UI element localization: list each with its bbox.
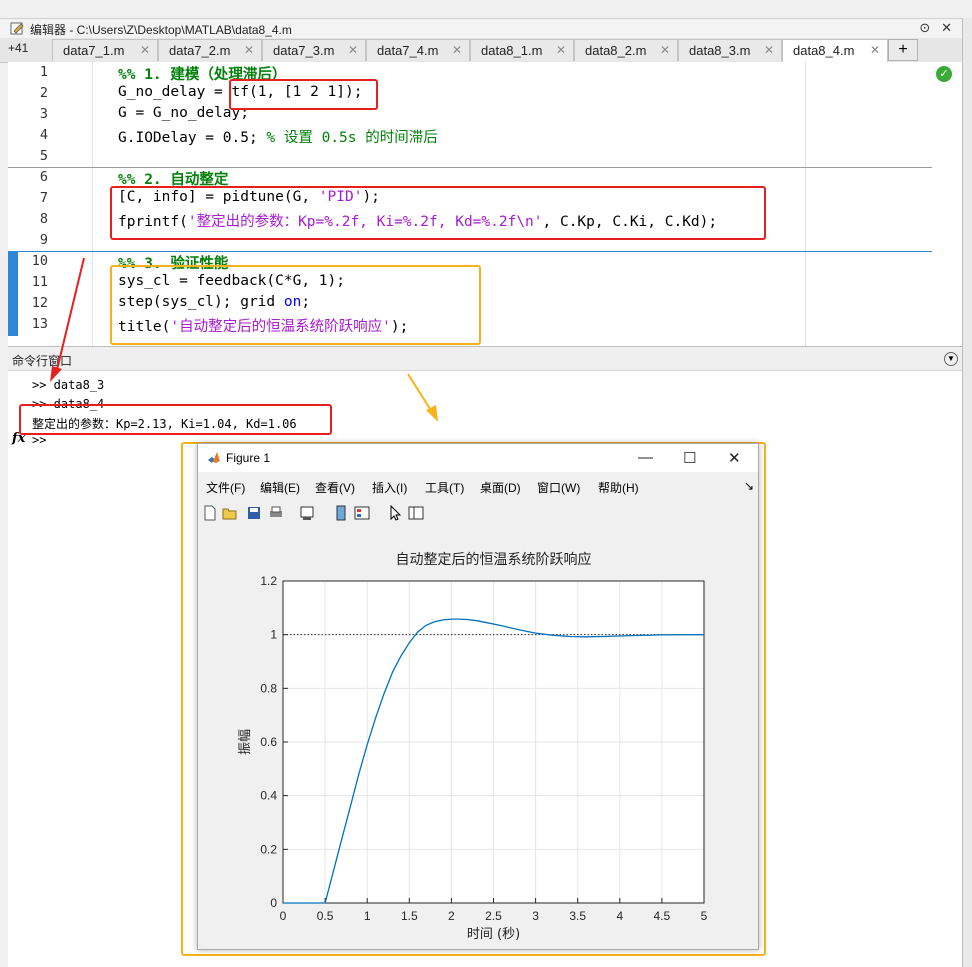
orange-arrow-head bbox=[426, 405, 438, 422]
menu-help[interactable]: 帮助(H) bbox=[598, 479, 639, 496]
step-response-chart[interactable]: 0 0.5 1 1.5 2 2.5 3 3.5 4 4.5 5 0 0.2 0.4 0.6 0.8 1 1.2 自动… bbox=[198, 527, 758, 949]
x-tick-label: 0.5 bbox=[317, 909, 334, 923]
maximize-icon[interactable]: ☐ bbox=[683, 449, 696, 467]
new-figure-icon[interactable] bbox=[202, 505, 218, 521]
figure-menu-bar: 文件(F) 编辑(E) 查看(V) 插入(I) 工具(T) 桌面(D) 窗口(W… bbox=[198, 472, 758, 499]
y-tick-label: 0.8 bbox=[260, 681, 277, 695]
property-editor-icon[interactable] bbox=[408, 505, 424, 521]
x-tick-label: 0 bbox=[280, 909, 287, 923]
x-tick-label: 2.5 bbox=[485, 909, 502, 923]
x-tick-label: 2 bbox=[448, 909, 455, 923]
menu-edit[interactable]: 编辑(E) bbox=[260, 479, 300, 496]
y-tick-label: 1.2 bbox=[260, 574, 277, 588]
x-axis-label: 时间 (秒) bbox=[467, 927, 520, 942]
colorbar-icon[interactable] bbox=[333, 505, 349, 521]
plot-area: 0 0.5 1 1.5 2 2.5 3 3.5 4 4.5 5 0 0.2 0.4 0.6 0.8 1 1.2 自动… bbox=[198, 527, 758, 949]
figure-title-bar: Figure 1 — ☐ ✕ bbox=[198, 444, 758, 472]
save-icon[interactable] bbox=[246, 505, 262, 521]
y-tick-label: 0.4 bbox=[260, 789, 277, 803]
close-icon[interactable]: ✕ bbox=[728, 449, 741, 467]
menu-overflow-icon[interactable]: ↘ bbox=[744, 479, 754, 493]
red-arrow bbox=[55, 257, 85, 375]
y-axis-label: 振幅 bbox=[238, 729, 253, 755]
matlab-logo-icon bbox=[208, 452, 220, 463]
y-tick-label: 0.2 bbox=[260, 842, 277, 856]
orange-arrow bbox=[407, 373, 433, 413]
open-file-icon[interactable] bbox=[222, 505, 238, 521]
chart-title: 自动整定后的恒温系统阶跃响应 bbox=[396, 551, 592, 568]
menu-insert[interactable]: 插入(I) bbox=[372, 479, 407, 496]
print-icon[interactable] bbox=[268, 505, 284, 521]
pointer-icon[interactable] bbox=[387, 505, 403, 521]
x-tick-label: 4 bbox=[616, 909, 623, 923]
figure-window[interactable]: Figure 1 — ☐ ✕ 文件(F) 编辑(E) 查看(V) 插入(I) 工… bbox=[197, 443, 759, 950]
figure-toolbar bbox=[198, 499, 758, 528]
y-tick-label: 0.6 bbox=[260, 735, 277, 749]
menu-file[interactable]: 文件(F) bbox=[206, 479, 245, 496]
menu-desktop[interactable]: 桌面(D) bbox=[480, 479, 521, 496]
menu-view[interactable]: 查看(V) bbox=[315, 479, 355, 496]
y-tick-label: 1 bbox=[270, 628, 277, 642]
y-tick-label: 0 bbox=[270, 896, 277, 910]
menu-window[interactable]: 窗口(W) bbox=[537, 479, 580, 496]
minimize-icon[interactable]: — bbox=[638, 449, 653, 466]
x-tick-label: 1.5 bbox=[401, 909, 418, 923]
legend-icon[interactable] bbox=[354, 505, 370, 521]
x-tick-label: 5 bbox=[701, 909, 708, 923]
figure-title: Figure 1 bbox=[226, 451, 271, 465]
link-plot-icon[interactable] bbox=[299, 505, 315, 521]
x-tick-label: 1 bbox=[364, 909, 371, 923]
x-tick-label: 3.5 bbox=[569, 909, 586, 923]
x-tick-label: 3 bbox=[532, 909, 539, 923]
menu-tools[interactable]: 工具(T) bbox=[425, 479, 464, 496]
x-tick-label: 4.5 bbox=[654, 909, 671, 923]
red-arrow-head bbox=[50, 366, 62, 382]
